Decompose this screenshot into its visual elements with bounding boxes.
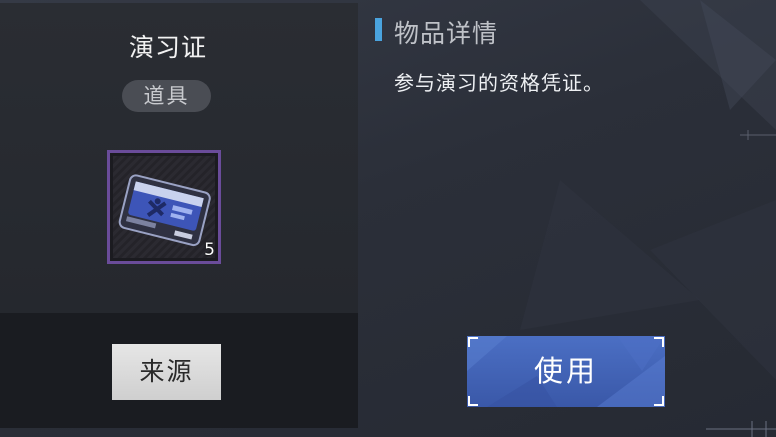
item-name: 演习证 [128,33,207,62]
item-slot[interactable]: 5 [107,150,221,264]
item-info-area: 演习证 道具 5 [0,3,358,313]
detail-title: 物品详情 [394,19,499,48]
detail-title-accent [375,18,382,41]
use-button-label: 使用 [533,354,598,388]
exercise-pass-card-icon [118,174,211,247]
item-summary-panel: 演习证 道具 5 来源 [0,3,358,428]
corner-decoration [706,421,776,437]
corner-mark [654,337,664,347]
corner-mark [468,396,478,406]
item-description: 参与演习的资格凭证。 [394,71,604,95]
item-count: 5 [204,240,215,260]
source-button[interactable]: 来源 [112,344,221,400]
item-type-badge: 道具 [122,80,211,112]
corner-mark [654,396,664,406]
use-button[interactable]: 使用 [467,336,665,407]
corner-mark [468,337,478,347]
